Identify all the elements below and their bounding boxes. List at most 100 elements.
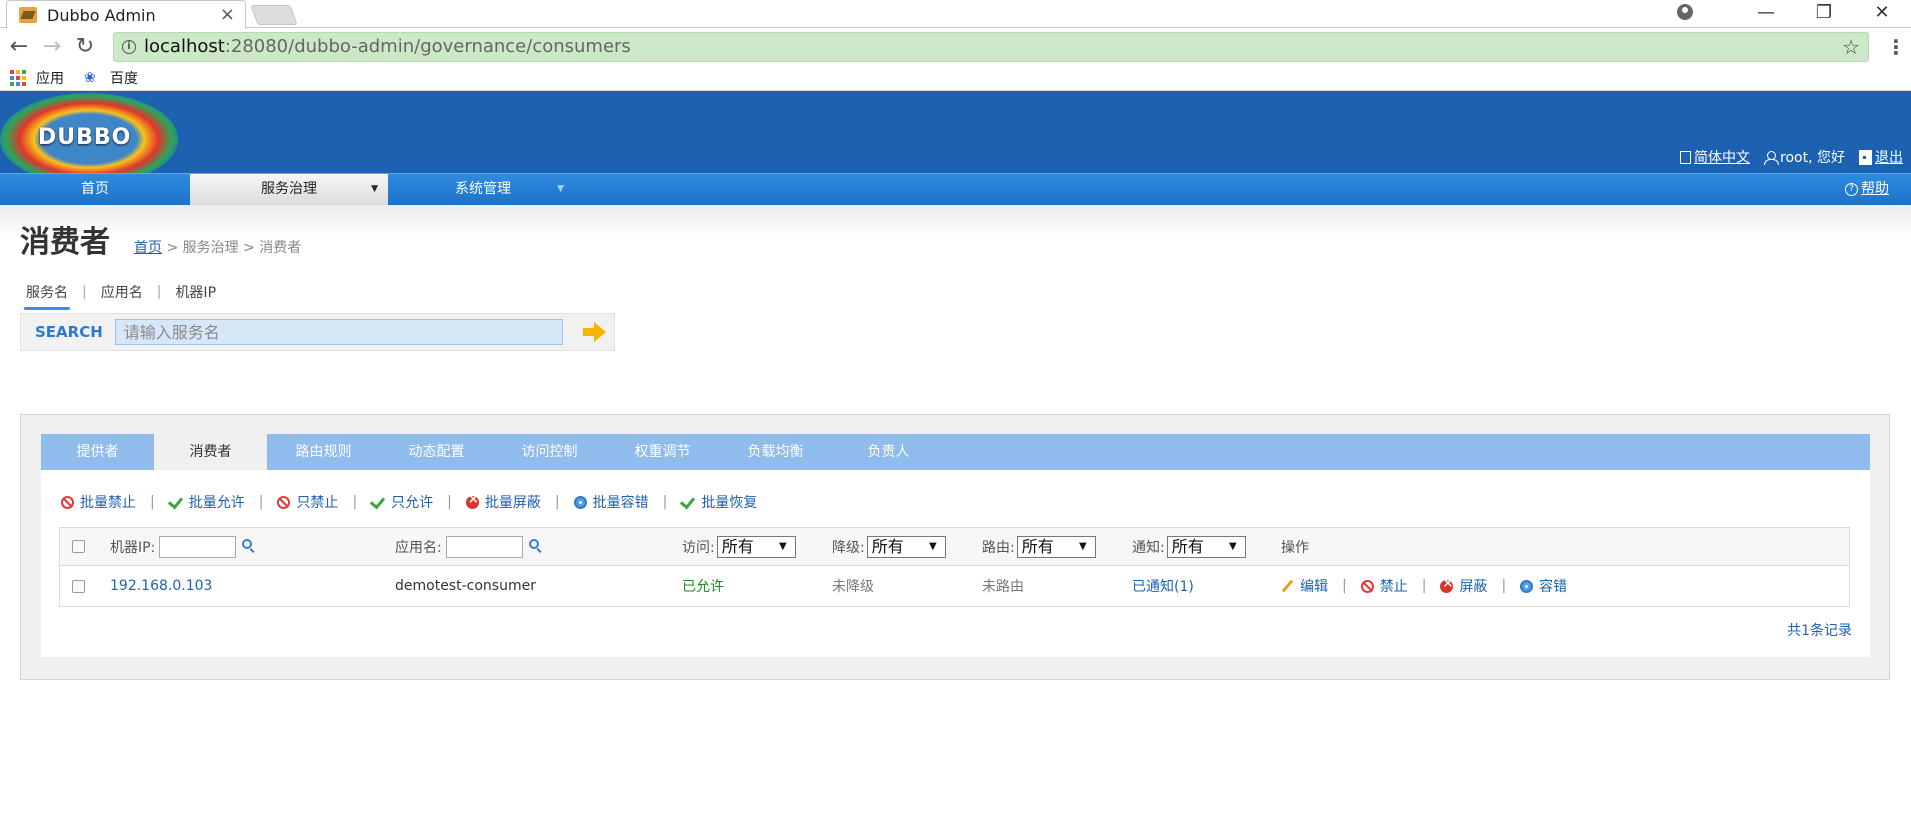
batch-forbid-button[interactable]: 批量禁止: [61, 492, 136, 512]
nav-system[interactable]: 系统管理 ▼: [388, 174, 578, 205]
record-count[interactable]: 共1条记录: [1787, 620, 1852, 640]
minimize-button[interactable]: —: [1737, 2, 1795, 23]
degrade-select[interactable]: 所有: [866, 535, 946, 558]
door-exit-icon: [1859, 149, 1872, 165]
arrow-right-icon[interactable]: [582, 322, 607, 342]
profile-icon[interactable]: [1677, 4, 1693, 20]
user-icon: [1764, 150, 1780, 165]
favicon-icon: [19, 7, 37, 23]
bookmark-apps[interactable]: 应用: [36, 68, 64, 88]
breadcrumb-home[interactable]: 首页: [134, 240, 162, 256]
select-all-checkbox[interactable]: [72, 540, 85, 553]
logout-link[interactable]: 退出: [1859, 147, 1903, 167]
search-label: SEARCH: [35, 323, 103, 341]
check-icon: [681, 497, 695, 507]
tab-close-icon[interactable]: ×: [220, 6, 235, 24]
batch-recover-label: 批量恢复: [701, 495, 758, 511]
notify-select[interactable]: 所有: [1166, 535, 1246, 558]
new-tab-button[interactable]: [250, 5, 298, 25]
tab-weights[interactable]: 权重调节: [606, 434, 719, 470]
batch-actions: 批量禁止 | 批量允许 | 只禁止 | 只允许 | 批量屏蔽 |: [61, 492, 757, 512]
batch-allow-label: 批量允许: [188, 495, 245, 511]
divider: |: [662, 494, 668, 510]
baidu-paw-icon: ❀: [84, 69, 96, 86]
notify-header: 通知:: [1132, 539, 1165, 556]
ip-filter-cell: 机器IP:: [110, 528, 253, 565]
only-forbid-button[interactable]: 只禁止: [277, 492, 338, 512]
search-input[interactable]: [114, 319, 563, 345]
tolerate-button[interactable]: 容错: [1520, 576, 1567, 596]
logout-label: 退出: [1875, 150, 1903, 166]
language-link[interactable]: 简体中文: [1680, 147, 1750, 167]
nav-home[interactable]: 首页: [0, 174, 190, 205]
forbid-button[interactable]: 禁止: [1360, 576, 1408, 596]
search-tab-app[interactable]: 应用名: [101, 282, 143, 302]
help-link[interactable]: ? 帮助: [1845, 174, 1889, 205]
nav-governance[interactable]: 服务治理 ▼: [190, 174, 388, 205]
ip-filter-input[interactable]: [159, 535, 237, 558]
batch-tolerate-button[interactable]: 批量容错: [573, 492, 649, 512]
url-field[interactable]: i localhost :28080/dubbo-admin/governanc…: [113, 31, 1869, 62]
access-filter-cell: 访问: 所有: [682, 528, 796, 565]
forward-button[interactable]: →: [38, 34, 66, 59]
batch-allow-button[interactable]: 批量允许: [169, 492, 245, 512]
tab-routes[interactable]: 路由规则: [267, 434, 380, 470]
search-tab-ip[interactable]: 机器IP: [175, 282, 216, 302]
user-greeting: root, 您好: [1764, 147, 1845, 167]
close-window-button[interactable]: ✕: [1853, 2, 1911, 23]
nav-governance-label: 服务治理: [261, 181, 317, 197]
divider: |: [156, 284, 162, 300]
dubbo-logo[interactable]: DUBBO: [0, 93, 178, 185]
tab-providers[interactable]: 提供者: [41, 434, 154, 470]
batch-forbid-label: 批量禁止: [80, 495, 136, 511]
bookmarks-bar: 应用 ❀ 百度: [0, 65, 1911, 91]
access-select[interactable]: 所有: [716, 535, 796, 558]
search-icon[interactable]: [528, 538, 539, 549]
app-filter-input[interactable]: [445, 535, 523, 558]
bookmark-baidu[interactable]: 百度: [110, 68, 138, 88]
browser-tab[interactable]: Dubbo Admin ×: [6, 0, 246, 29]
search-box: SEARCH: [20, 313, 615, 351]
apps-icon[interactable]: [10, 69, 26, 86]
reload-button[interactable]: ↻: [71, 34, 99, 59]
row-ip[interactable]: 192.168.0.103: [110, 566, 212, 606]
browser-menu-icon[interactable]: ⋮: [1881, 35, 1911, 59]
batch-mask-label: 批量屏蔽: [484, 495, 541, 511]
back-button[interactable]: ←: [5, 34, 33, 59]
route-select[interactable]: 所有: [1016, 535, 1096, 558]
tab-owners[interactable]: 负责人: [832, 434, 945, 470]
divider: |: [1421, 578, 1427, 594]
batch-mask-button[interactable]: 批量屏蔽: [465, 492, 541, 512]
gear-icon: [1520, 579, 1534, 593]
ops-header-cell: 操作: [1281, 528, 1309, 565]
restore-button[interactable]: ❐: [1795, 2, 1853, 23]
info-icon[interactable]: i: [122, 39, 136, 54]
nav-system-label: 系统管理: [455, 181, 511, 197]
close-circle-icon: [465, 492, 479, 509]
search-icon[interactable]: [242, 538, 253, 549]
edit-button[interactable]: 编辑: [1281, 576, 1328, 596]
mask-button[interactable]: 屏蔽: [1440, 576, 1487, 596]
logo-text: DUBBO: [38, 125, 132, 150]
search-tab-service[interactable]: 服务名: [24, 282, 70, 310]
ban-icon: [1360, 579, 1374, 593]
check-icon: [169, 497, 183, 507]
row-operations: 编辑 | 禁止 | 屏蔽 | 容错: [1281, 566, 1567, 606]
row-checkbox[interactable]: [72, 579, 85, 593]
consumers-table: 机器IP: 应用名: 访问: 所有 降级: 所有: [59, 527, 1850, 607]
tab-consumers[interactable]: 消费者: [154, 434, 267, 470]
tab-loadbalance[interactable]: 负载均衡: [719, 434, 832, 470]
access-header: 访问:: [682, 539, 715, 556]
bookmark-star-icon[interactable]: ☆: [1842, 35, 1860, 59]
mask-label: 屏蔽: [1459, 579, 1488, 595]
edit-label: 编辑: [1300, 579, 1328, 595]
only-allow-button[interactable]: 只允许: [371, 492, 433, 512]
ban-icon: [277, 495, 291, 509]
tab-access[interactable]: 访问控制: [493, 434, 606, 470]
tab-overrides[interactable]: 动态配置: [380, 434, 493, 470]
url-host: localhost: [144, 36, 225, 57]
row-notify[interactable]: 已通知(1): [1132, 566, 1194, 606]
batch-recover-button[interactable]: 批量恢复: [681, 492, 757, 512]
divider: |: [352, 494, 358, 510]
document-icon: [1680, 150, 1692, 164]
